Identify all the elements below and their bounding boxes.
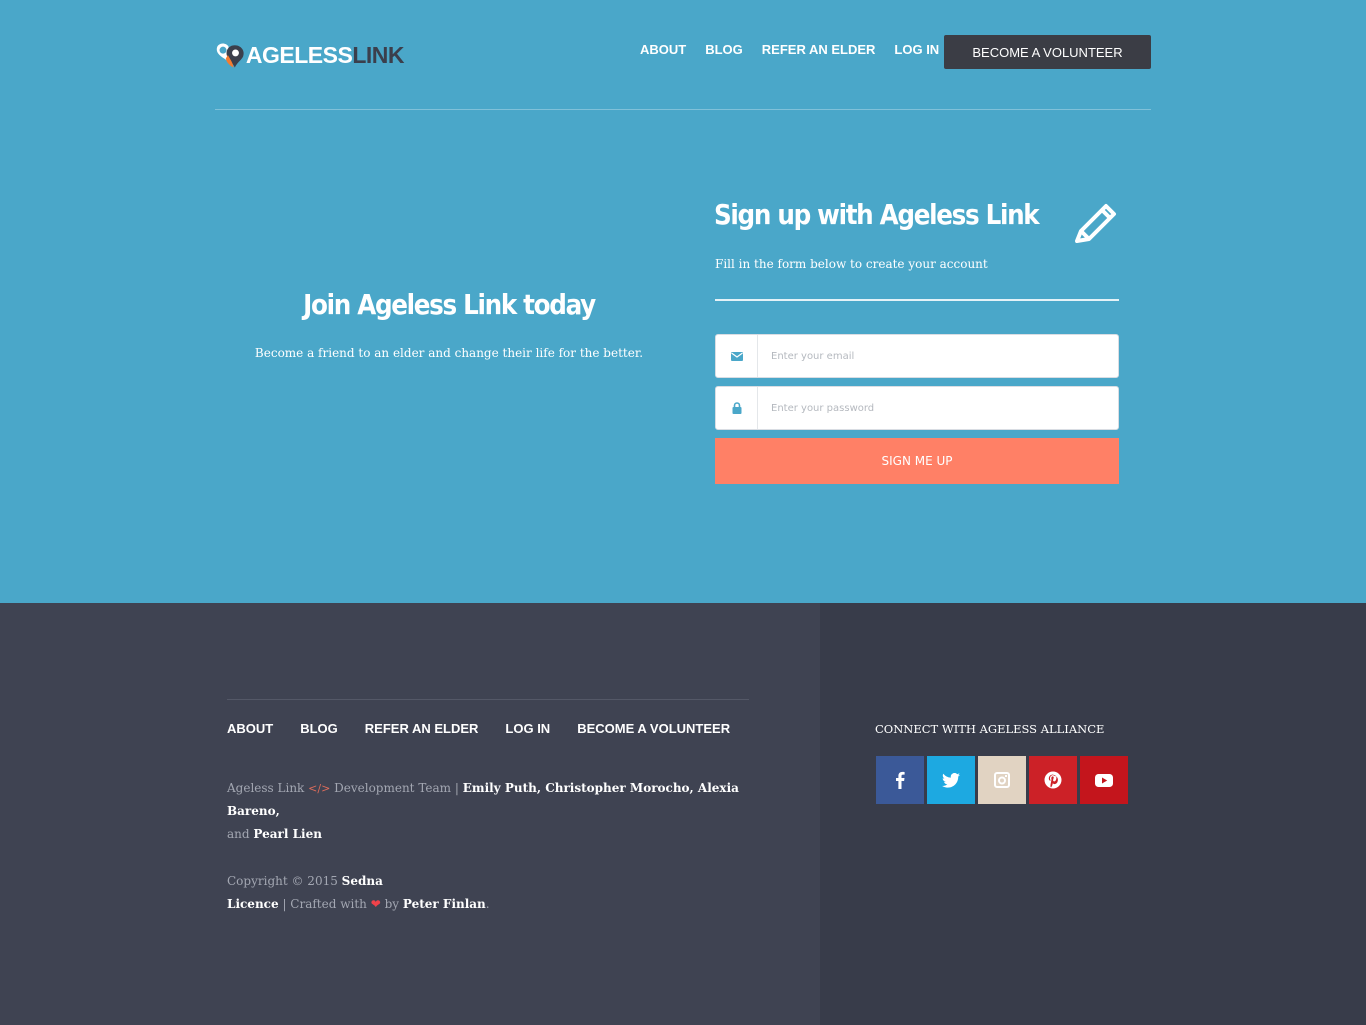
- twitter-button[interactable]: [927, 756, 975, 804]
- nav-about[interactable]: ABOUT: [640, 42, 686, 58]
- hero-section: AGELESSLINK ABOUT BLOG REFER AN ELDER LO…: [0, 0, 1366, 603]
- footer-social-panel: [820, 603, 1366, 1025]
- credits-last-name[interactable]: Pearl Lien: [253, 827, 322, 841]
- sign-me-up-button[interactable]: SIGN ME UP: [715, 438, 1119, 484]
- credits-names[interactable]: Emily Puth, Christopher Morocho, Alexia …: [227, 781, 739, 818]
- credits-text: Ageless Link </> Development Team | Emil…: [227, 781, 739, 841]
- instagram-button[interactable]: [978, 756, 1026, 804]
- footer-divider: [227, 699, 749, 700]
- licence-link[interactable]: Licence: [227, 897, 279, 911]
- pinterest-button[interactable]: [1029, 756, 1077, 804]
- lock-icon: [716, 387, 758, 429]
- join-subtitle: Become a friend to an elder and change t…: [254, 346, 644, 360]
- signup-divider: [715, 299, 1119, 301]
- become-volunteer-button[interactable]: BECOME A VOLUNTEER: [944, 35, 1151, 69]
- copyright-owner-link[interactable]: Sedna: [342, 874, 383, 888]
- nav-blog[interactable]: BLOG: [705, 42, 743, 58]
- footer-nav-about[interactable]: ABOUT: [227, 721, 273, 736]
- header-divider: [215, 109, 1151, 110]
- facebook-button[interactable]: [876, 756, 924, 804]
- pinterest-icon: [1044, 771, 1062, 789]
- signup-subtitle: Fill in the form below to create your ac…: [715, 257, 988, 271]
- signup-title: Sign up with Ageless Link: [714, 198, 1040, 231]
- footer-nav-blog[interactable]: BLOG: [300, 721, 338, 736]
- join-title: Join Ageless Link today: [303, 288, 596, 321]
- brand-wordmark: AGELESSLINK: [245, 41, 405, 68]
- footer-nav: ABOUT BLOG REFER AN ELDER LOG IN BECOME …: [227, 721, 757, 736]
- youtube-icon: [1095, 773, 1113, 787]
- footer-nav-become-a-volunteer[interactable]: BECOME A VOLUNTEER: [577, 721, 730, 736]
- envelope-icon: [716, 335, 758, 377]
- password-field: [715, 386, 1119, 430]
- copyright-text: Copyright © 2015 Sedna Licence | Crafted…: [227, 874, 490, 911]
- pencil-icon: [1075, 204, 1116, 243]
- footer-nav-log-in[interactable]: LOG IN: [505, 721, 550, 736]
- email-field: [715, 334, 1119, 378]
- author-link[interactable]: Peter Finlan: [403, 897, 486, 911]
- brand-logo[interactable]: AGELESSLINK: [214, 33, 404, 77]
- heart-icon: ❤: [370, 897, 381, 911]
- password-input[interactable]: [758, 387, 1098, 429]
- nav-log-in[interactable]: LOG IN: [894, 42, 939, 58]
- email-input[interactable]: [758, 335, 1098, 377]
- instagram-icon: [994, 772, 1010, 788]
- main-nav: ABOUT BLOG REFER AN ELDER LOG IN: [640, 42, 958, 58]
- youtube-button[interactable]: [1080, 756, 1128, 804]
- footer-nav-refer-an-elder[interactable]: REFER AN ELDER: [365, 721, 479, 736]
- nav-refer-an-elder[interactable]: REFER AN ELDER: [762, 42, 876, 58]
- facebook-icon: [896, 771, 905, 789]
- twitter-icon: [942, 772, 960, 788]
- connect-heading: CONNECT WITH AGELESS ALLIANCE: [875, 722, 1105, 736]
- social-links: [876, 756, 1131, 804]
- code-icon: </>: [308, 782, 331, 795]
- logo-icon: [216, 43, 244, 68]
